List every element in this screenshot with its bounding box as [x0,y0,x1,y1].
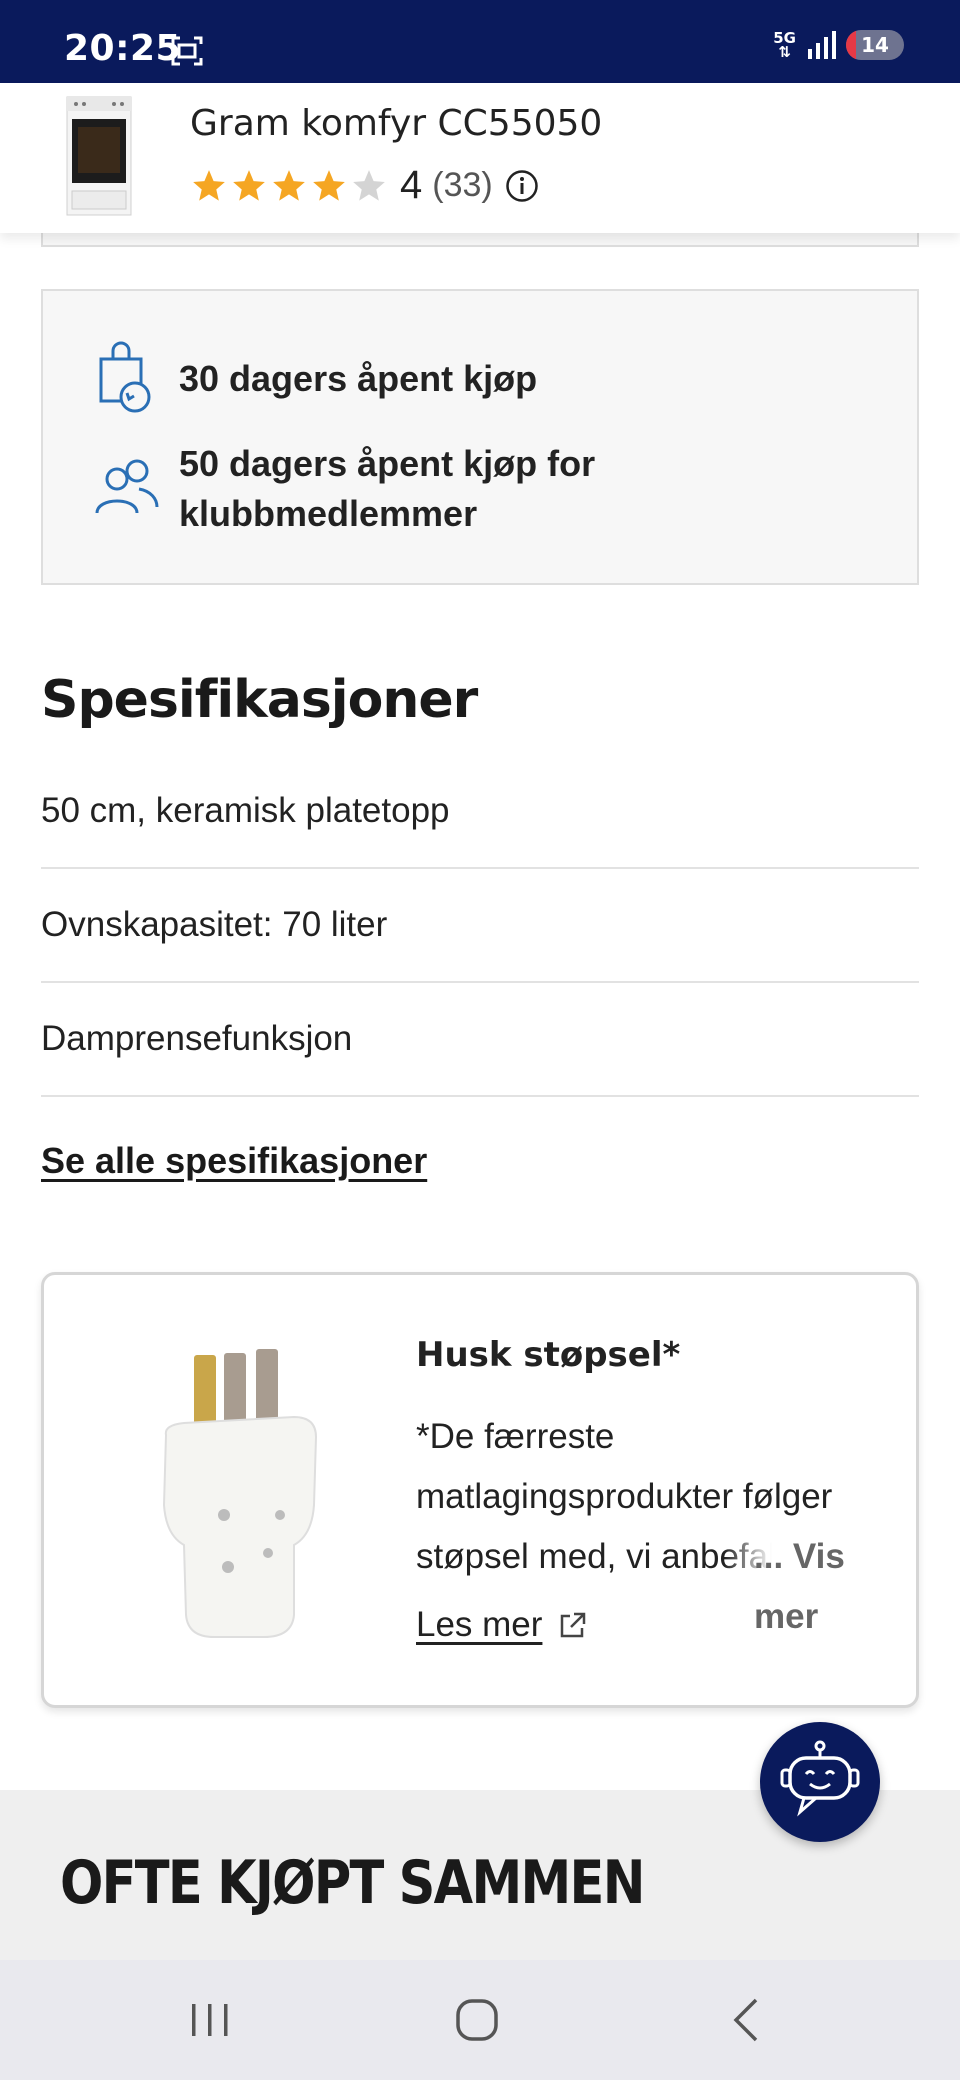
les-mer-link[interactable]: Les mer [416,1605,588,1645]
open-purchase-text: 50 dagers åpent kjøp for klubbmedlemmer [179,443,596,534]
open-purchase-text: 30 dagers åpent kjøp [179,358,538,399]
back-icon[interactable] [718,1990,778,2050]
chatbot-robot-icon [780,1740,860,1817]
plug-reminder-card: Husk støpsel* *De færreste matlagingspro… [41,1272,919,1708]
open-purchase-box: 30 dagers åpent kjøp 50 dagers åpent kjø… [41,289,919,585]
recent-apps-icon[interactable] [180,1990,240,2050]
see-all-specs-link[interactable]: Se alle spesifikasjoner [41,1140,427,1182]
status-bar: 20:25 5G ⇅ 14 [0,0,960,83]
plug-card-title: Husk støpsel* [416,1335,681,1375]
spec-item: Ovnskapasitet: 70 liter [41,869,919,983]
status-time: 20:25 [64,28,182,69]
star-filled-icon [193,169,225,201]
specs-list: 50 cm, keramisk platetopp Ovnskapasitet:… [41,755,919,1097]
product-thumbnail [66,96,132,216]
product-name: Gram komfyr CC55050 [190,103,603,144]
star-rating [190,167,388,205]
people-icon [95,459,159,514]
open-purchase-item: 50 dagers åpent kjøp for klubbmedlemmer [93,439,679,539]
spec-item: Damprensefunksjon [41,983,919,1097]
plug-image [162,1349,318,1638]
status-icons: 5G ⇅ 14 [773,30,904,60]
star-filled-icon [273,169,305,201]
vis-mer-button[interactable]: ... Vis mer [724,1527,916,1647]
les-mer-label: Les mer [416,1605,543,1644]
star-filled-icon [313,169,345,201]
signal-icon [808,31,836,59]
star-empty-icon [353,169,385,201]
often-bought-title: OFTE KJØPT SAMMEN [60,1848,645,1918]
specs-title: Spesifikasjoner [41,670,478,730]
network-5g-icon: 5G ⇅ [773,29,796,61]
system-nav-bar [0,1960,960,2080]
screenshot-icon [171,36,203,66]
shopping-bag-return-icon [99,341,151,413]
network-label: 5G [773,29,796,47]
home-icon[interactable] [447,1990,507,2050]
rating-row: 4 (33) [190,163,539,208]
product-header[interactable]: Gram komfyr CC55050 4 (33) [0,83,960,233]
spec-item: 50 cm, keramisk platetopp [41,755,919,869]
battery-level: 14 [861,33,889,57]
rating-value: 4 [400,163,423,207]
chatbot-button[interactable] [760,1722,880,1842]
rating-count[interactable]: (33) [432,166,492,205]
battery-indicator: 14 [846,30,904,60]
external-link-icon [561,1612,586,1638]
open-purchase-item: 30 dagers åpent kjøp [93,341,537,417]
info-icon[interactable] [505,169,539,203]
star-filled-icon [233,169,265,201]
